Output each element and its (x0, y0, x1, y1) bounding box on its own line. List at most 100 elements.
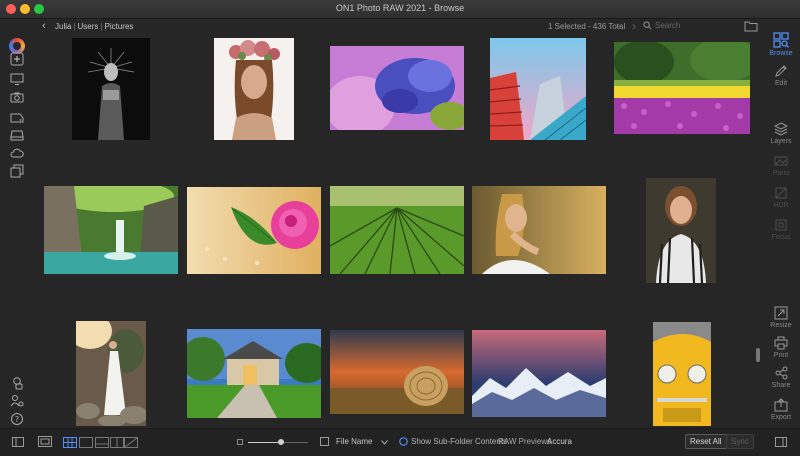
module-label: Layers (770, 138, 792, 145)
photo-grid (36, 36, 756, 428)
subfolder-label[interactable]: Show Sub-Folder Contents (411, 437, 507, 446)
module-layers[interactable]: Layers (762, 122, 800, 145)
breadcrumb-item[interactable]: Pictures (105, 22, 134, 31)
layers-icon (774, 122, 788, 136)
breadcrumb-item[interactable]: Julia (55, 22, 71, 31)
sidebar-toggle-icon[interactable] (12, 437, 24, 449)
thumbnail-size-slider[interactable] (248, 439, 308, 445)
photo-thumbnail[interactable] (187, 329, 321, 418)
albums-icon[interactable] (10, 164, 24, 178)
compare-view-icon[interactable] (110, 437, 124, 448)
right-panel-toggle-icon[interactable] (775, 437, 787, 449)
help-icon[interactable]: ? (10, 412, 24, 426)
module-label: Share (771, 382, 791, 389)
nav-arrows: ‹ › (618, 19, 646, 33)
breadcrumb-separator: | (100, 22, 103, 31)
left-rail: ? (0, 36, 34, 426)
photo-thumbnail[interactable] (330, 330, 464, 414)
module-label: Edit (774, 80, 788, 87)
photo-thumbnail[interactable] (187, 187, 321, 274)
filmstrip-toggle-icon[interactable] (38, 436, 52, 449)
sort-label[interactable]: File Name (336, 437, 372, 446)
slider-fill (248, 442, 281, 443)
photo-thumbnail[interactable] (214, 38, 294, 140)
search-icon (643, 21, 652, 30)
resize-icon (774, 306, 788, 320)
filmstrip-view-icon[interactable] (95, 437, 109, 448)
module-print[interactable]: Print (762, 336, 800, 359)
bottom-toolbar: File Name Show Sub-Folder Contents RAW P… (0, 428, 800, 456)
raw-previews-label[interactable]: RAW Previews (498, 437, 551, 446)
camera-icon[interactable] (10, 90, 24, 104)
photo-thumbnail[interactable] (472, 186, 606, 274)
focus-icon (775, 219, 787, 231)
module-share[interactable]: Share (762, 366, 800, 389)
sync-button[interactable]: Sync (726, 434, 754, 449)
module-label: HDR (773, 202, 789, 209)
title-bar: ON1 Photo RAW 2021 - Browse (0, 0, 800, 19)
next-arrow-icon[interactable]: › (632, 19, 636, 33)
subfolder-radio-icon[interactable] (399, 437, 408, 448)
module-label: Export (770, 414, 792, 421)
previous-arrow-icon[interactable]: ‹ (618, 19, 622, 33)
print-icon (774, 336, 788, 350)
module-label: Pano (772, 170, 790, 177)
module-label: Print (773, 352, 789, 359)
module-label: Resize (770, 322, 792, 329)
drive-icon[interactable] (10, 110, 24, 124)
preview-mode-value[interactable]: Accura (547, 437, 572, 446)
share-icon (775, 366, 788, 380)
module-hdr: HDR (762, 186, 800, 209)
photo-thumbnail[interactable] (72, 38, 150, 140)
map-view-icon[interactable] (124, 437, 138, 448)
export-icon (774, 398, 788, 412)
photo-thumbnail[interactable] (44, 186, 178, 274)
folder-icon[interactable] (744, 20, 758, 34)
drive-stack-icon[interactable] (10, 128, 24, 142)
pano-icon (774, 156, 788, 166)
photo-thumbnail[interactable] (653, 322, 711, 426)
photo-thumbnail[interactable] (490, 38, 586, 140)
module-browse[interactable]: Browse (762, 32, 800, 57)
module-export[interactable]: Export (762, 398, 800, 421)
people-icon[interactable] (10, 394, 24, 408)
photo-thumbnail[interactable] (76, 321, 146, 426)
chevron-down-icon[interactable] (381, 438, 388, 447)
edit-icon (775, 65, 787, 77)
add-icon[interactable] (10, 52, 24, 66)
grid-scrollbar[interactable] (756, 348, 760, 362)
filter-icon[interactable] (10, 376, 24, 390)
window-title: ON1 Photo RAW 2021 - Browse (335, 3, 465, 13)
hdr-icon (775, 187, 787, 199)
svg-text:?: ? (15, 415, 19, 424)
module-focus: Focus (762, 218, 800, 241)
module-label: Focus (771, 234, 791, 241)
breadcrumb-item[interactable]: Users (78, 22, 99, 31)
module-edit[interactable]: Edit (762, 64, 800, 87)
search-input[interactable] (655, 21, 745, 30)
grid-view-icon[interactable] (63, 437, 77, 448)
sort-checkbox[interactable] (320, 437, 329, 448)
module-pano: Pano (762, 154, 800, 177)
reset-all-button[interactable]: Reset All (685, 434, 727, 449)
slider-handle[interactable] (278, 439, 284, 445)
photo-thumbnail[interactable] (646, 178, 716, 283)
path-bar: ‹ Julia | Users | Pictures 1 Selected - … (0, 18, 800, 36)
search-box (643, 21, 745, 30)
cloud-icon[interactable] (10, 146, 24, 160)
photo-thumbnail[interactable] (330, 186, 464, 274)
back-arrow-icon[interactable]: ‹ (42, 20, 46, 32)
small-thumbnail-icon (237, 438, 243, 447)
selection-info: 1 Selected - 436 Total (548, 22, 626, 31)
photo-thumbnail[interactable] (330, 46, 464, 130)
module-resize[interactable]: Resize (762, 306, 800, 329)
module-selector: Browse Edit Layers Pano HDR Focus Resize… (762, 28, 800, 428)
photo-thumbnail[interactable] (472, 330, 606, 417)
browse-icon (773, 32, 789, 48)
module-label: Browse (769, 50, 793, 57)
monitor-icon[interactable] (10, 72, 24, 86)
breadcrumb: Julia | Users | Pictures (55, 22, 133, 31)
breadcrumb-separator: | (73, 22, 76, 31)
detail-view-icon[interactable] (79, 437, 93, 448)
photo-thumbnail[interactable] (614, 42, 750, 134)
